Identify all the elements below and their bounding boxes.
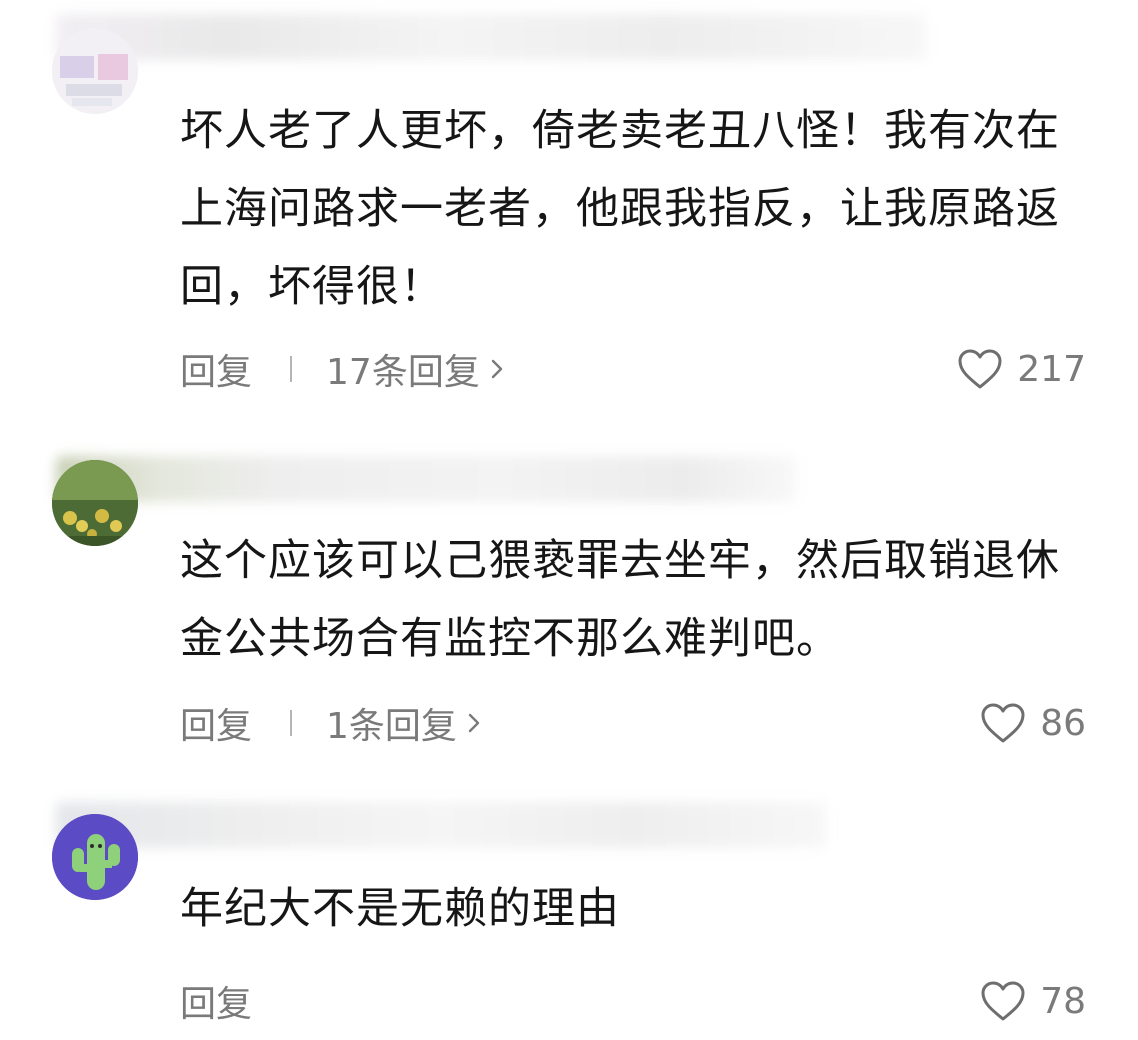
divider (290, 710, 293, 736)
chevron-right-icon (491, 359, 503, 379)
heart-outline-icon (981, 703, 1025, 743)
comment-actions: 回复 1条回复 86 (180, 698, 1086, 748)
comment-item: 坏人老了人更坏，倚老卖老丑八怪！我有次在上海问路求一老者，他跟我指反，让我原路返… (0, 0, 1138, 420)
comment-text: 年纪大不是无赖的理由 (180, 884, 620, 934)
avatar-image (52, 460, 138, 546)
comment-actions: 回复 78 (180, 976, 1086, 1026)
avatar-image (52, 28, 138, 114)
reply-button[interactable]: 回复 (180, 697, 252, 749)
comment-actions: 回复 17条回复 217 (180, 344, 1086, 394)
heart-outline-icon (981, 981, 1025, 1021)
like-button[interactable]: 86 (980, 702, 1086, 744)
divider (290, 356, 293, 382)
avatar[interactable] (52, 28, 138, 114)
avatar[interactable] (52, 814, 138, 900)
avatar-image (52, 814, 138, 900)
comment-text: 坏人老了人更坏，倚老卖老丑八怪！我有次在上海问路求一老者，他跟我指反，让我原路返… (180, 106, 1060, 312)
comment-item: 年纪大不是无赖的理由 回复 78 (0, 790, 1138, 1040)
like-button[interactable]: 78 (980, 980, 1086, 1022)
comment-item: 这个应该可以己猥亵罪去坐牢，然后取销退休金公共场合有监控不那么难判吧。 回复 1… (0, 430, 1138, 790)
like-count: 78 (1040, 980, 1086, 1022)
reply-button[interactable]: 回复 (180, 343, 252, 395)
replies-count-label: 17条回复 (326, 352, 480, 393)
blurred-username (56, 14, 926, 60)
avatar[interactable] (52, 460, 138, 546)
like-button[interactable]: 217 (957, 348, 1086, 390)
reply-button[interactable]: 回复 (180, 975, 252, 1027)
view-replies-link[interactable]: 17条回复 (326, 343, 508, 395)
like-count: 217 (1017, 348, 1086, 390)
replies-count-label: 1条回复 (326, 706, 457, 747)
chevron-right-icon (468, 713, 480, 733)
view-replies-link[interactable]: 1条回复 (326, 697, 485, 749)
blurred-username (56, 802, 826, 848)
heart-outline-icon (958, 349, 1002, 389)
like-count: 86 (1040, 702, 1086, 744)
comment-text: 这个应该可以己猥亵罪去坐牢，然后取销退休金公共场合有监控不那么难判吧。 (180, 536, 1060, 664)
blurred-username (56, 456, 796, 502)
